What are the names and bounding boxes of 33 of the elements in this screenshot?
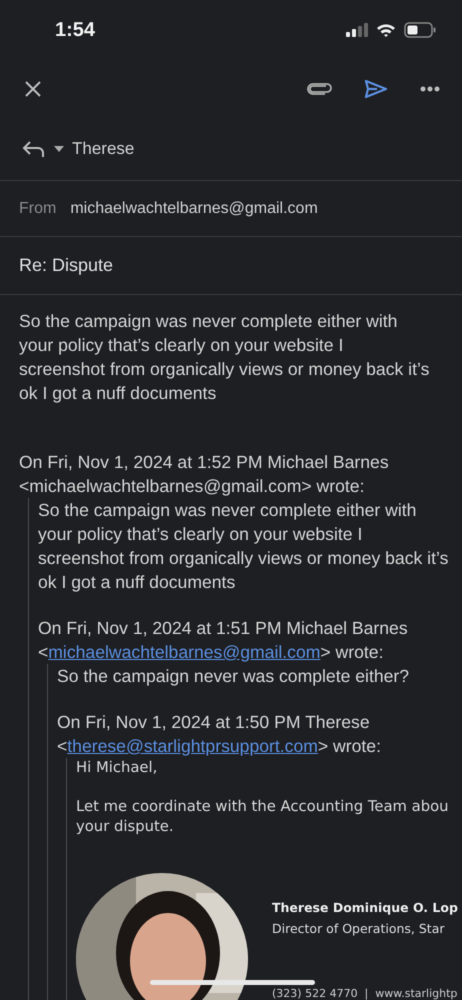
quote-attribution: On Fri, Nov 1, 2024 at 1:50 PM Therese <therese@starlightprsupport.com> wrote:	[57, 711, 382, 758]
subject-line: Re: Dispute	[19, 255, 114, 276]
signal-icon	[346, 23, 368, 37]
wifi-icon	[376, 22, 396, 38]
recipient-name: Therese	[72, 139, 134, 159]
more-button[interactable]	[420, 86, 440, 92]
quote-attribution: On Fri, Nov 1, 2024 at 1:52 PM Michael Barnes <michaelwachtelbarnes@gmail.com> wrote:	[19, 451, 390, 498]
quoted-text: So the campaign never was complete either?	[57, 665, 410, 688]
signature-contact: (323) 522 4770 | www.starlightp	[272, 988, 458, 1000]
quoted-text: Hi Michael,	[76, 758, 158, 778]
quoted-text: So the campaign was never complete either with your policy that’s clearly on your website I screenshot from organically views or money back it’s ok I got a nuff documents	[38, 499, 450, 594]
sender-address: michaelwachtelbarnes@gmail.com	[70, 200, 318, 218]
email-link[interactable]: therese@starlightprsupport.com	[67, 736, 318, 756]
reply-icon	[22, 140, 46, 158]
more-icon	[420, 86, 440, 92]
send-icon	[364, 79, 388, 99]
attach-button[interactable]	[306, 82, 332, 96]
close-button[interactable]	[24, 80, 42, 98]
reply-mode-button[interactable]	[22, 140, 64, 158]
signature-name: Therese Dominique O. Lop	[272, 899, 458, 917]
signature-title: Director of Operations, Star	[272, 920, 446, 938]
battery-icon	[404, 22, 436, 38]
dropdown-caret-icon	[54, 146, 64, 152]
message-text: So the campaign was never complete either with your policy that’s clearly on your website I screenshot from organically views or money back it’s ok I got a nuff documents	[19, 310, 430, 405]
email-address: michaelwachtelbarnes@gmail.com	[29, 476, 302, 496]
quoted-text: Let me coordinate with the Accounting Team abou your dispute.	[76, 797, 450, 837]
clock-time: 1:54	[55, 18, 96, 42]
close-icon	[24, 80, 42, 98]
email-link[interactable]: michaelwachtelbarnes@gmail.com	[48, 642, 320, 662]
paperclip-icon	[306, 82, 332, 96]
from-label: From	[19, 200, 56, 218]
send-button[interactable]	[364, 79, 388, 99]
quote-attribution: On Fri, Nov 1, 2024 at 1:51 PM Michael Barnes <michaelwachtelbarnes@gmail.com> wrote:	[38, 617, 409, 664]
